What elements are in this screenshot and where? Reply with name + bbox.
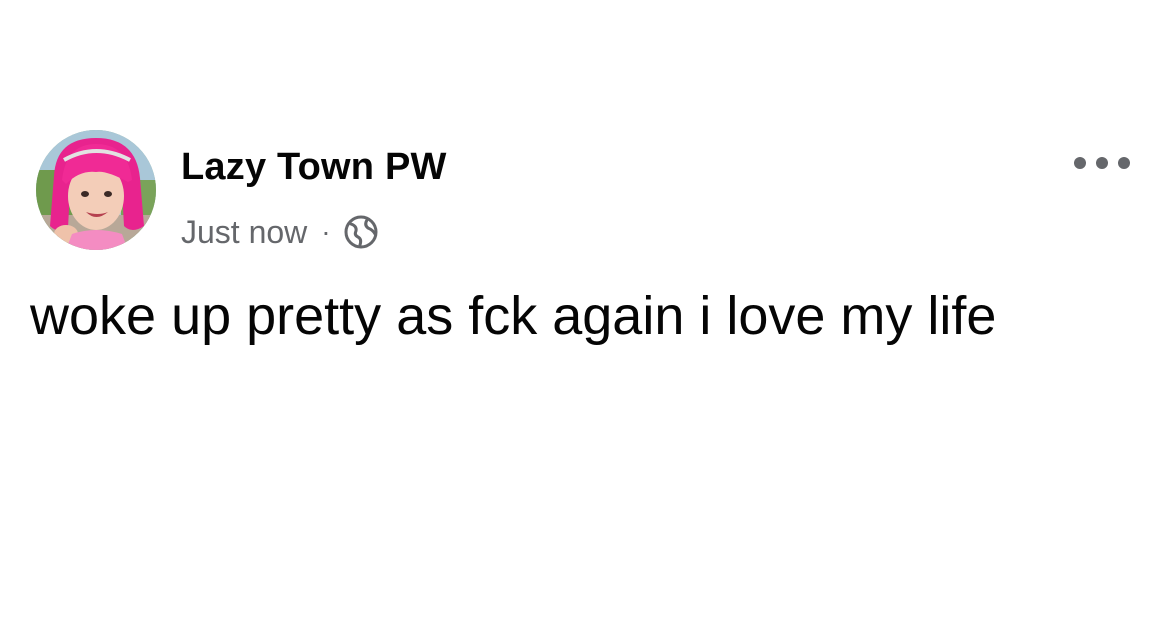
meta-separator: · [321,216,331,247]
globe-icon[interactable] [343,214,379,250]
more-options-button[interactable] [1074,150,1130,176]
post-meta: Just now · [181,212,379,252]
more-options-icon [1118,157,1130,169]
more-options-icon [1074,157,1086,169]
post-text: woke up pretty as fck again i love my li… [30,286,997,346]
profile-photo-icon [36,130,156,250]
avatar[interactable] [36,130,156,250]
post-timestamp[interactable]: Just now [181,214,307,251]
more-options-icon [1096,157,1108,169]
author-name[interactable]: Lazy Town PW [181,146,447,189]
post-card: Lazy Town PW Just now · woke up pretty a… [0,0,1170,623]
